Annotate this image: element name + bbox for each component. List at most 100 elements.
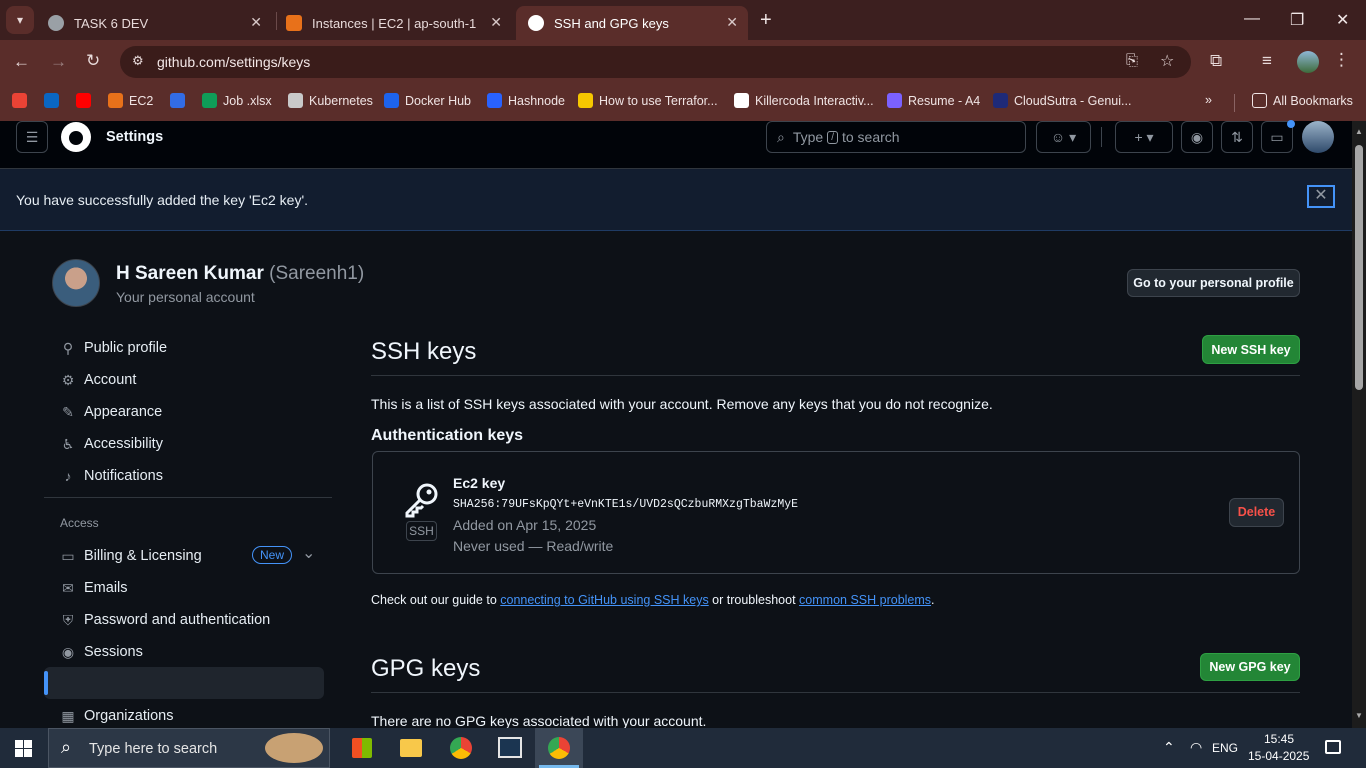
ssh-title: SSH keys [371,338,477,365]
clock-time[interactable]: 15:45 [1264,732,1294,746]
notification-dot [1287,120,1295,128]
youtube-icon [76,93,91,108]
bookmark-item[interactable]: CloudSutra - Genui... [993,93,1131,108]
restore-icon[interactable]: ❐ [1290,10,1304,30]
browser-tab-ssh-gpg[interactable]: SSH and GPG keys ✕ [516,6,748,40]
reload-icon[interactable]: ↻ [86,51,100,71]
delete-key-button[interactable]: Delete [1229,498,1284,527]
store-icon[interactable] [352,738,372,758]
kubernetes-icon [170,93,185,108]
sidebar-item-password-and-authentication[interactable]: ⛨ Password and authentication [60,611,320,629]
bookmark-item[interactable]: Job .xlsx [202,93,272,108]
bookmark-label: Kubernetes [309,93,373,108]
notifications-icon[interactable] [1325,740,1341,754]
sidebar-item-billing-licensing[interactable]: ▭ Billing & Licensing New ⌄ [60,545,320,565]
profile-button[interactable]: Go to your personal profile [1127,269,1300,297]
ssh-guide-link[interactable]: connecting to GitHub using SSH keys [500,593,708,607]
file-explorer-icon[interactable] [400,739,422,757]
globe-icon [48,15,64,31]
bookmark-item[interactable] [170,93,191,108]
aws-icon [286,15,302,31]
sidebar-item-label: Public profile [84,340,168,356]
tab-title: Instances | EC2 | ap-south-1 [312,15,477,31]
close-window-icon[interactable]: ✕ [1336,10,1349,30]
sidebar-item-sessions[interactable]: ◉ Sessions [60,643,320,661]
pull-requests-icon[interactable]: ⇅ [1221,121,1253,153]
search-input[interactable]: ⌕ Type / to search [766,121,1026,153]
close-tab-icon[interactable]: ✕ [490,14,502,31]
site-info-icon[interactable]: ⚙ [132,53,144,69]
wifi-icon[interactable]: ◠ [1190,739,1202,756]
sidebar-item-organizations[interactable]: ▦ Organizations [60,707,320,725]
avatar[interactable] [1302,121,1334,153]
auth-keys-heading: Authentication keys [371,427,524,444]
ssh-troubleshoot-link[interactable]: common SSH problems [799,593,931,607]
sidebar-item-public-profile[interactable]: ⚲ Public profile [60,339,320,357]
more-bookmarks-icon[interactable]: » [1205,93,1212,107]
tab-search-button[interactable]: ▾ [6,6,34,34]
bookmark-item[interactable] [76,93,97,108]
bookmark-item[interactable]: Docker Hub [384,93,471,108]
profile-avatar-icon[interactable] [1297,51,1319,73]
page-scrollbar[interactable]: ▲ ▼ [1352,121,1366,728]
sidebar-item-notifications[interactable]: ♪ Notifications [60,467,320,485]
sidebar-item-account[interactable]: ⚙ Account [60,371,320,389]
bookmark-star-icon[interactable]: ☆ [1160,51,1174,71]
install-app-icon[interactable]: ⎘ [1126,52,1138,69]
github-logo-icon[interactable] [61,122,91,152]
issues-icon[interactable]: ◉ [1181,121,1213,153]
scrollbar-thumb[interactable] [1355,145,1363,390]
show-hidden-icons[interactable]: ⌃ [1163,739,1175,756]
create-new-button[interactable]: + ▾ [1115,121,1173,153]
close-tab-icon[interactable]: ✕ [726,14,738,31]
minimize-icon[interactable]: — [1244,10,1260,28]
new-gpg-key-button[interactable]: New GPG key [1200,653,1300,681]
back-icon[interactable]: ← [13,52,30,72]
chevron-down-icon[interactable]: ⌄ [302,543,315,563]
forward-icon[interactable]: → [50,52,67,72]
copilot-button[interactable]: ☺ ▾ [1036,121,1091,153]
sheets-icon [202,93,217,108]
bookmark-item[interactable]: Resume - A4 [887,93,980,108]
browser-tab-ec2[interactable]: Instances | EC2 | ap-south-1 ✕ [274,6,512,40]
page-title: Settings [106,129,164,145]
bookmark-item[interactable]: How to use Terrafor... [578,93,718,108]
clock-date[interactable]: 15-04-2025 [1248,749,1309,763]
chrome-icon[interactable] [450,737,472,759]
sidebar-item-label: Appearance [84,404,163,420]
key-name: Ec2 key [453,475,506,491]
new-ssh-key-button[interactable]: New SSH key [1202,335,1300,364]
menu-icon[interactable]: ⋮ [1333,50,1350,70]
sidebar-item-emails[interactable]: ✉ Emails [60,579,320,597]
menu-button[interactable]: ☰ [16,121,48,153]
close-tab-icon[interactable]: ✕ [250,14,262,31]
bookmark-item[interactable]: EC2 [108,93,153,108]
snipping-tool-icon[interactable] [498,737,522,758]
user-name[interactable]: H Sareen Kumar [116,263,264,284]
browser-tab-task6[interactable]: TASK 6 DEV ✕ [36,6,272,40]
taskbar-search-input[interactable]: ⌕ Type here to search [48,728,330,768]
url-text[interactable]: github.com/settings/keys [157,54,310,70]
bookmark-item[interactable]: Killercoda Interactiv... [734,93,874,108]
bookmark-item[interactable] [44,93,65,108]
key-added-date: Added on Apr 15, 2025 [453,517,597,533]
media-icon[interactable]: ≡ [1262,51,1272,71]
new-tab-button[interactable]: + [760,9,772,32]
bookmark-item[interactable] [12,93,33,108]
windows-start-icon[interactable] [15,740,33,758]
address-bar[interactable]: ⚙ github.com/settings/keys ⎘ ☆ [120,46,1191,78]
bookmark-item[interactable]: Kubernetes [288,93,373,108]
chrome-active-icon[interactable] [535,728,583,768]
close-icon[interactable]: ✕ [1307,185,1335,208]
all-bookmarks-button[interactable]: All Bookmarks [1252,93,1353,108]
paintbrush-icon: ✎ [62,404,74,420]
user-avatar[interactable] [52,259,100,307]
sidebar-item-appearance[interactable]: ✎ Appearance [60,403,320,421]
sidebar-item-accessibility[interactable]: ♿ Accessibility [60,435,320,453]
extensions-icon[interactable]: ⧉ [1210,51,1222,71]
github-header: ☰ Settings ⌕ Type / to search ☺ ▾ + ▾ ◉ … [0,120,1352,169]
language-indicator[interactable]: ENG [1212,741,1238,755]
palette-icon [265,733,323,763]
bookmark-item[interactable]: Hashnode [487,93,565,108]
folder-icon [1252,93,1267,108]
